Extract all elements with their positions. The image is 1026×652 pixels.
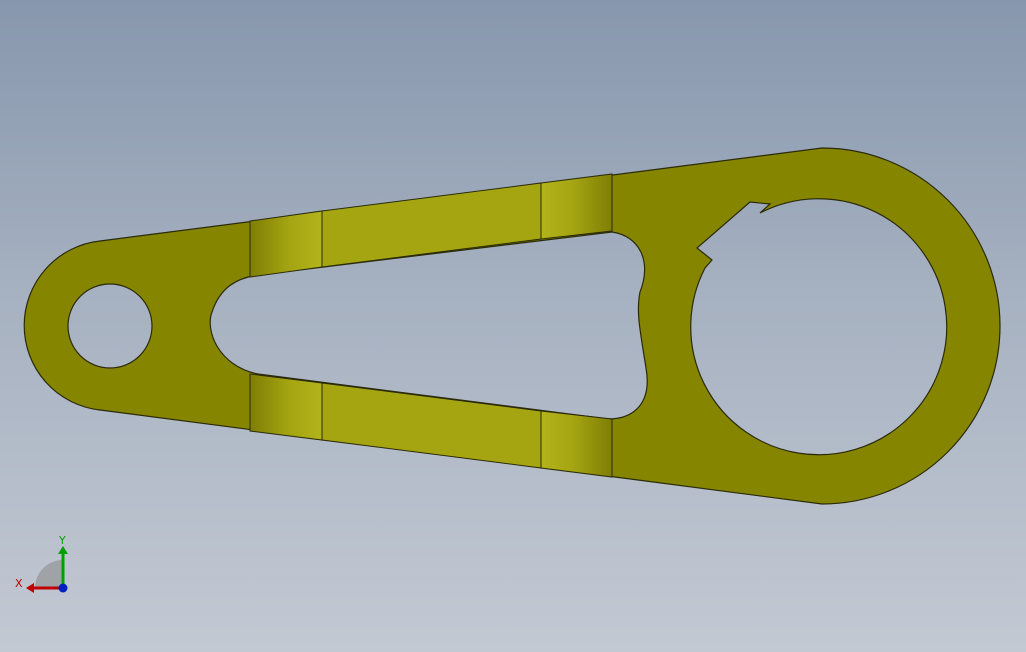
lower-strip-segment-1 [249,373,323,441]
x-axis-label: X [15,577,23,590]
coordinate-triad-icon[interactable]: Y X [12,528,76,598]
crank-arm-part[interactable] [0,0,1026,652]
graphics-viewport[interactable]: Y X [0,0,1026,652]
y-axis-label: Y [58,534,66,547]
y-axis-arrow [58,546,68,554]
triad-plane-shade [35,560,63,588]
z-axis-dot [58,583,68,593]
lower-strip-segment-3 [540,410,613,478]
x-axis-arrow [26,583,34,593]
upper-strip-segment-1 [249,210,323,278]
upper-strip-segment-3 [540,173,613,240]
